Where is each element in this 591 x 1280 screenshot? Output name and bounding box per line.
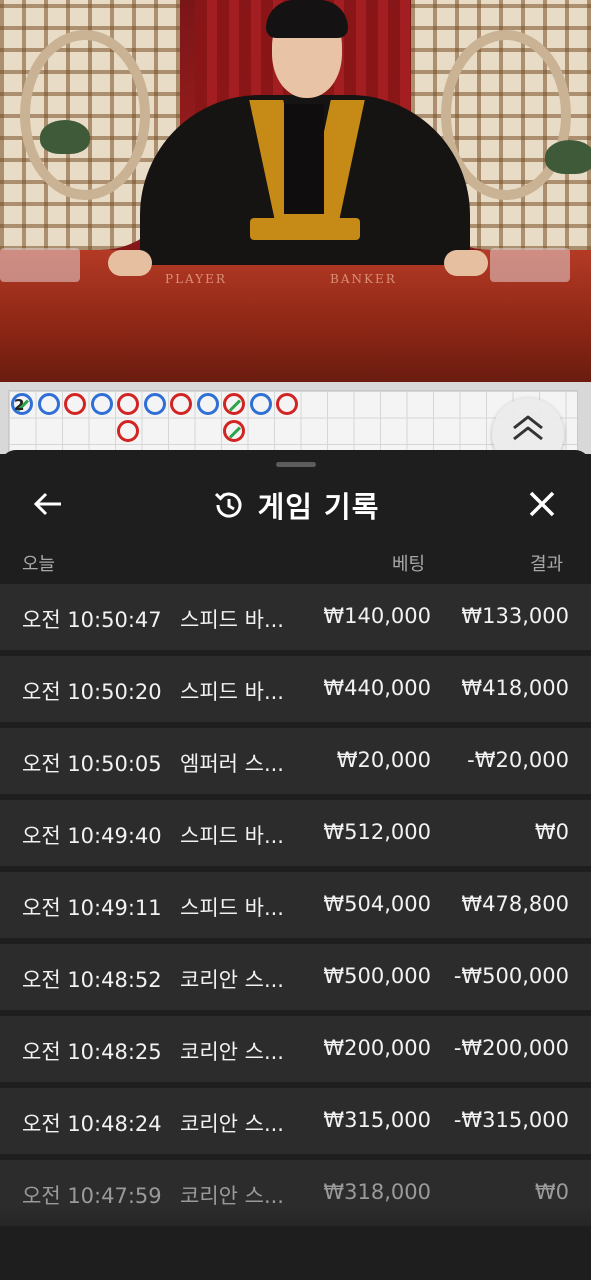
history-row[interactable]: 오전 10:48:52 코리안 스... ₩500,000 -₩500,000 <box>0 944 591 1010</box>
history-icon <box>214 492 242 518</box>
table-label-banker: BANKER <box>330 272 397 286</box>
tie-mark <box>228 399 242 412</box>
row-bet: ₩315,000 <box>323 1108 431 1132</box>
row-game: 코리안 스... <box>180 968 284 992</box>
list-fade-overlay <box>0 1205 591 1280</box>
row-result: -₩20,000 <box>467 748 569 772</box>
live-video-feed[interactable]: PLAYER BANKER <box>0 0 591 382</box>
history-list: 오전 10:50:47 스피드 바... ₩140,000 ₩133,000 오전 1… <box>0 584 591 1232</box>
bead-player <box>90 393 113 415</box>
sheet-title: 게임 기록 <box>257 490 380 524</box>
history-row[interactable]: 오전 10:50:47 스피드 바... ₩140,000 ₩133,000 <box>0 584 591 650</box>
sheet-title-group: 게임 기록 <box>0 484 591 526</box>
row-result: -₩500,000 <box>453 964 569 988</box>
row-game: 스피드 바... <box>180 824 284 848</box>
row-time: 오전 10:50:05 <box>22 752 162 776</box>
bead-banker <box>117 419 139 442</box>
row-bet: ₩504,000 <box>323 892 431 916</box>
row-result: ₩0 <box>534 820 569 844</box>
close-button[interactable] <box>522 484 562 524</box>
history-row[interactable]: 오전 10:49:11 스피드 바... ₩504,000 ₩478,800 <box>0 872 591 938</box>
row-bet: ₩200,000 <box>323 1036 431 1060</box>
row-time: 오전 10:48:25 <box>22 1040 162 1064</box>
row-game: 스피드 바... <box>180 680 284 704</box>
bead-player <box>196 393 219 415</box>
table-label-player: PLAYER <box>165 272 227 286</box>
row-game: 스피드 바... <box>180 896 284 920</box>
history-row[interactable]: 오전 10:49:40 스피드 바... ₩512,000 ₩0 <box>0 800 591 866</box>
bead-player <box>249 393 272 415</box>
row-result: ₩418,000 <box>461 676 569 700</box>
moon-gate-left <box>20 30 150 200</box>
row-result: -₩315,000 <box>453 1108 569 1132</box>
drag-handle[interactable] <box>276 462 316 467</box>
close-icon <box>529 491 555 517</box>
row-bet: ₩500,000 <box>323 964 431 988</box>
row-result: -₩200,000 <box>453 1036 569 1060</box>
road-grid <box>8 390 578 454</box>
column-header-result: 결과 <box>530 554 564 575</box>
row-result: ₩478,800 <box>461 892 569 916</box>
card-shoe <box>0 248 80 282</box>
bead-player <box>143 393 166 415</box>
row-bet: ₩20,000 <box>336 748 431 772</box>
bead-banker <box>117 393 139 415</box>
bead-banker <box>64 393 86 415</box>
row-bet: ₩512,000 <box>323 820 431 844</box>
row-bet: ₩318,000 <box>323 1180 431 1204</box>
row-game: 코리안 스... <box>180 1112 284 1136</box>
row-time: 오전 10:49:11 <box>22 896 162 920</box>
bonsai-left <box>40 120 90 154</box>
row-result: ₩0 <box>534 1180 569 1204</box>
row-game: 스피드 바... <box>180 608 284 632</box>
row-time: 오전 10:50:20 <box>22 680 162 704</box>
row-game: 코리안 스... <box>180 1040 284 1064</box>
row-time: 오전 10:50:47 <box>22 608 162 632</box>
history-row[interactable]: 오전 10:48:25 코리안 스... ₩200,000 -₩200,000 <box>0 1016 591 1082</box>
row-time: 오전 10:48:52 <box>22 968 162 992</box>
row-time: 오전 10:49:40 <box>22 824 162 848</box>
game-history-sheet: 게임 기록 오늘 베팅 결과 오전 10:50:47 스피드 바... ₩140,0… <box>0 450 591 1280</box>
history-row[interactable]: 오전 10:48:24 코리안 스... ₩315,000 -₩315,000 <box>0 1088 591 1154</box>
bonsai-right <box>545 140 591 174</box>
bead-banker <box>170 393 192 415</box>
sheet-header: 게임 기록 <box>0 472 591 534</box>
history-row[interactable]: 오전 10:50:20 스피드 바... ₩440,000 ₩418,000 <box>0 656 591 722</box>
tie-mark <box>228 425 242 439</box>
bead-banker <box>276 393 298 415</box>
row-bet: ₩440,000 <box>323 676 431 700</box>
column-header-bet: 베팅 <box>392 554 426 575</box>
bead-player <box>37 393 60 415</box>
shoe-number: 2 <box>14 396 25 414</box>
history-row[interactable]: 오전 10:50:05 엠퍼러 스... ₩20,000 -₩20,000 <box>0 728 591 794</box>
discard-tray <box>490 248 570 282</box>
row-result: ₩133,000 <box>461 604 569 628</box>
row-bet: ₩140,000 <box>323 604 431 628</box>
row-time: 오전 10:48:24 <box>22 1112 162 1136</box>
double-chevron-up-icon <box>513 415 543 441</box>
column-header-date: 오늘 <box>22 554 56 575</box>
bead-banker-tie <box>223 393 245 415</box>
row-game: 엠퍼러 스... <box>180 752 284 776</box>
bead-banker-tie <box>223 419 245 442</box>
